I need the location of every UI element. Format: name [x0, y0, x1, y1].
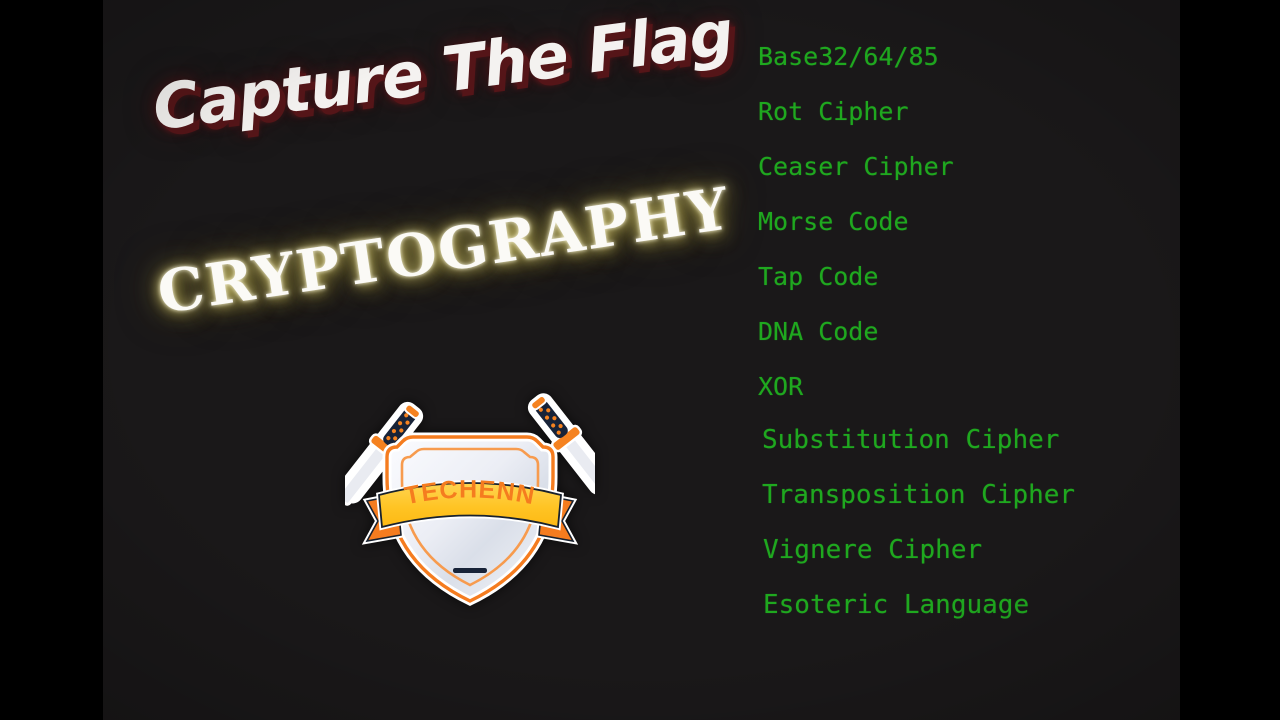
page-subtitle-cryptography: CRYPTOGRAPHY: [153, 174, 735, 327]
techenn-logo: TECHENN: [345, 385, 595, 635]
topic-list-item: Morse Code: [758, 207, 909, 236]
title-and-logo-column: Capture The Flag CRYPTOGRAPHY TECHENN: [103, 0, 737, 720]
page-title-capture-the-flag: Capture The Flag: [148, 0, 737, 145]
topic-list-item: Esoteric Language: [763, 590, 1030, 620]
video-frame: Capture The Flag CRYPTOGRAPHY TECHENN Ba…: [0, 0, 1280, 720]
video-content-area: Capture The Flag CRYPTOGRAPHY TECHENN Ba…: [103, 0, 1180, 720]
topic-list-item: Tap Code: [758, 262, 879, 291]
techenn-logo-graphic: TECHENN: [345, 393, 595, 606]
topic-list-item: XOR: [758, 372, 804, 401]
topic-list-item: DNA Code: [758, 317, 879, 346]
topic-list-item: Substitution Cipher: [762, 425, 1060, 455]
topic-list-item: Base32/64/85: [758, 42, 939, 71]
topic-list-item: Rot Cipher: [758, 97, 909, 126]
cryptography-topic-list: Base32/64/85 Rot Cipher Ceaser Cipher Morse…: [758, 42, 1178, 662]
topic-list-item: Vignere Cipher: [763, 535, 983, 565]
shield-base-bar: [453, 568, 487, 573]
topic-list-item: Transposition Cipher: [762, 480, 1076, 510]
topic-list-item: Ceaser Cipher: [758, 152, 954, 181]
